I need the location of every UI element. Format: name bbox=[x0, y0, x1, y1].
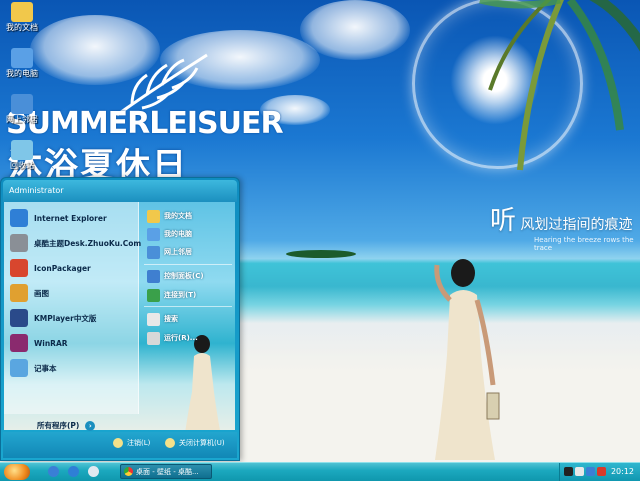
wallpaper-tagline: 听 风划过指间的痕迹 bbox=[490, 200, 632, 237]
folder-icon bbox=[11, 2, 33, 22]
start-right-separator bbox=[144, 264, 232, 265]
tagline-text: 风划过指间的痕迹 bbox=[520, 217, 633, 233]
network-places-icon bbox=[147, 245, 160, 259]
start-menu: Administrator Internet Explorer 桌酷主题Desk… bbox=[0, 177, 240, 461]
browser-icon bbox=[124, 467, 133, 476]
qq-icon[interactable] bbox=[564, 467, 573, 476]
tagline-subtitle: Hearing the breeze rows the trace bbox=[534, 236, 634, 252]
desktop-icon-label: 我的电脑 bbox=[6, 69, 38, 78]
clock[interactable]: 20:12 bbox=[611, 467, 634, 476]
taskbar: 桌面 - 壁纸 - 桌酷... 20:12 bbox=[0, 462, 640, 481]
iconpackager-icon bbox=[10, 259, 28, 277]
taskbar-window-label: 桌面 - 壁纸 - 桌酷... bbox=[136, 467, 199, 476]
start-right-separator bbox=[144, 306, 232, 307]
palm-tree bbox=[479, 0, 640, 171]
start-item-label: KMPlayer中文版 bbox=[34, 313, 97, 323]
start-menu-footer: 注销(L) 关闭计算机(U) bbox=[3, 432, 237, 458]
desktop-icon-my-computer[interactable]: 我的电脑 bbox=[2, 48, 42, 79]
logoff-label: 注销(L) bbox=[127, 439, 151, 447]
start-right-label: 我的电脑 bbox=[164, 230, 192, 238]
desktop-icon-label: 我的文档 bbox=[6, 23, 38, 32]
winrar-icon bbox=[10, 334, 28, 352]
network-icon bbox=[11, 94, 33, 114]
start-menu-body: Internet Explorer 桌酷主题Desk.ZhuoKu.Com Ic… bbox=[4, 202, 235, 430]
start-right-network[interactable]: 网上邻居 bbox=[147, 244, 192, 260]
start-right-label: 我的文档 bbox=[164, 212, 192, 220]
internet-explorer-icon[interactable] bbox=[68, 466, 79, 477]
all-programs-label: 所有程序(P) bbox=[37, 421, 80, 430]
start-right-control-panel[interactable]: 控制面板(C) bbox=[147, 268, 204, 284]
start-right-label: 连接到(T) bbox=[164, 291, 197, 299]
start-item-notepad[interactable]: 记事本 bbox=[10, 357, 57, 379]
start-item-label: IconPackager bbox=[34, 263, 91, 273]
all-programs-button[interactable]: 所有程序(P) › bbox=[37, 420, 96, 431]
start-item-winrar[interactable]: WinRAR bbox=[10, 332, 68, 354]
volume-icon[interactable] bbox=[575, 467, 584, 476]
start-item-iconpackager[interactable]: IconPackager bbox=[10, 257, 91, 279]
start-right-label: 控制面板(C) bbox=[164, 272, 204, 280]
desktop-icon-label: 网上邻居 bbox=[6, 115, 38, 124]
chevron-right-icon: › bbox=[85, 420, 96, 431]
start-item-kmplayer[interactable]: KMPlayer中文版 bbox=[10, 307, 96, 329]
start-right-label: 搜索 bbox=[164, 315, 178, 323]
desktop-icon-recycle-bin[interactable]: 回收站 bbox=[2, 140, 42, 171]
run-icon bbox=[147, 331, 160, 345]
start-item-label: WinRAR bbox=[34, 338, 68, 348]
shutdown-label: 关闭计算机(U) bbox=[179, 439, 225, 447]
start-right-connect-to[interactable]: 连接到(T) bbox=[147, 287, 196, 303]
network-tray-icon[interactable] bbox=[586, 467, 595, 476]
start-item-label: 记事本 bbox=[34, 363, 57, 373]
logoff-button[interactable]: 注销(L) bbox=[113, 438, 150, 448]
shutdown-button[interactable]: 关闭计算机(U) bbox=[165, 438, 225, 448]
kmplayer-icon bbox=[10, 309, 28, 327]
taskbar-window-button[interactable]: 桌面 - 壁纸 - 桌酷... bbox=[120, 464, 212, 479]
my-documents-icon bbox=[147, 209, 160, 223]
start-right-run[interactable]: 运行(R)... bbox=[147, 330, 198, 346]
start-item-paint[interactable]: 画图 bbox=[10, 282, 49, 304]
control-panel-icon bbox=[147, 269, 160, 283]
start-item-internet-explorer[interactable]: Internet Explorer bbox=[10, 207, 107, 229]
notepad-icon bbox=[10, 359, 28, 377]
start-item-label: 画图 bbox=[34, 288, 49, 298]
woman-figure bbox=[434, 259, 500, 460]
logoff-icon bbox=[113, 438, 123, 448]
start-right-my-computer[interactable]: 我的电脑 bbox=[147, 226, 192, 242]
start-menu-pinned-list: Internet Explorer 桌酷主题Desk.ZhuoKu.Com Ic… bbox=[4, 202, 141, 414]
start-right-search[interactable]: 搜索 bbox=[147, 311, 178, 327]
start-button[interactable] bbox=[4, 464, 30, 480]
start-item-label: Internet Explorer bbox=[34, 213, 107, 223]
start-item-label: 桌酷主题Desk.ZhuoKu.Com bbox=[34, 238, 142, 248]
cloud bbox=[300, 0, 410, 60]
start-right-label: 网上邻居 bbox=[164, 248, 192, 256]
system-tray: 20:12 bbox=[559, 463, 640, 481]
start-right-label: 运行(R)... bbox=[164, 334, 198, 342]
computer-icon bbox=[11, 48, 33, 68]
tagline-big-char: 听 bbox=[490, 206, 517, 236]
security-icon[interactable] bbox=[597, 467, 606, 476]
show-desktop-icon[interactable] bbox=[48, 466, 59, 477]
start-right-my-documents[interactable]: 我的文档 bbox=[147, 208, 192, 224]
zhuoku-theme-icon bbox=[10, 234, 28, 252]
paint-icon bbox=[10, 284, 28, 302]
start-menu-username: Administrator bbox=[9, 186, 64, 195]
my-computer-icon bbox=[147, 227, 160, 241]
media-player-icon[interactable] bbox=[88, 466, 99, 477]
island bbox=[286, 250, 356, 258]
wallpaper-logo-english: SUMMERLEISUER bbox=[6, 106, 284, 141]
recycle-bin-icon bbox=[11, 140, 33, 160]
search-icon bbox=[147, 312, 160, 326]
start-menu-woman-figure bbox=[185, 335, 220, 430]
connect-to-icon bbox=[147, 288, 160, 302]
start-item-zhuoku-theme[interactable]: 桌酷主题Desk.ZhuoKu.Com bbox=[10, 232, 141, 254]
desktop-icon-network[interactable]: 网上邻居 bbox=[2, 94, 42, 125]
power-icon bbox=[165, 438, 175, 448]
internet-explorer-icon bbox=[10, 209, 28, 227]
desktop-icon-my-documents[interactable]: 我的文档 bbox=[2, 2, 42, 33]
desktop-icon-label: 回收站 bbox=[10, 161, 34, 170]
